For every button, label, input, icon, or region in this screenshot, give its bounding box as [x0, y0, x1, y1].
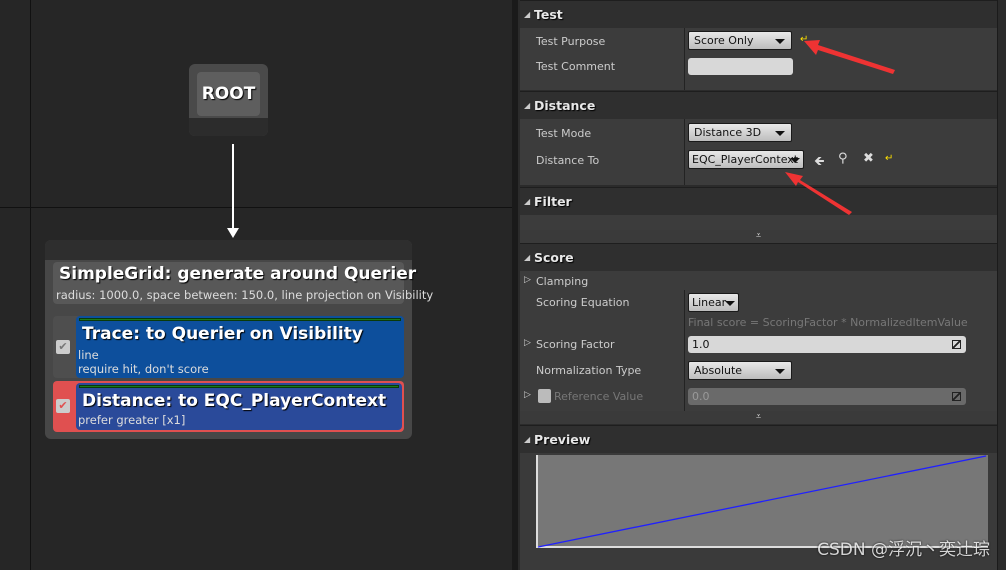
scoring-equation-label: Scoring Equation	[536, 296, 630, 309]
generator-title: SimpleGrid: generate around Querier	[59, 264, 417, 284]
scrollbar[interactable]	[997, 0, 998, 570]
reset-to-default-icon[interactable]: ↵	[800, 34, 808, 45]
normalization-type-dropdown[interactable]: Absolute	[688, 361, 792, 380]
test-mode-label: Test Mode	[536, 127, 592, 140]
section-title: Score	[534, 250, 574, 265]
scoring-factor-label: Scoring Factor	[536, 338, 615, 351]
trace-test-card[interactable]: Trace: to Querier on Visibility line req…	[76, 316, 404, 378]
advanced-expander[interactable]: ⩡	[520, 411, 997, 424]
distance-test[interactable]: ✔ Distance: to EQC_PlayerContext prefer …	[53, 381, 404, 432]
advanced-expander[interactable]: ⩡	[520, 230, 997, 243]
collapse-icon: ◢	[524, 10, 531, 19]
graph-canvas[interactable]: ROOT SimpleGrid: generate around Querier…	[0, 0, 512, 570]
browse-search-icon[interactable]: ⚲	[838, 151, 848, 166]
equation-hint: Final score = ScoringFactor * Normalized…	[688, 316, 968, 329]
generator-subtitle: radius: 1000.0, space between: 150.0, li…	[56, 288, 434, 302]
expand-arrow-icon[interactable]: ▷	[524, 390, 531, 400]
reset-to-default-icon[interactable]: ↵	[885, 153, 893, 164]
collapse-icon: ◢	[524, 197, 531, 206]
section-preview[interactable]: ◢ Preview	[520, 425, 997, 453]
collapse-icon: ◢	[524, 253, 531, 262]
test-comment-label: Test Comment	[536, 60, 616, 73]
clear-icon[interactable]: ✖	[863, 151, 874, 166]
scoring-equation-dropdown[interactable]: Linear	[688, 293, 739, 312]
clamping-label[interactable]: Clamping	[536, 275, 588, 288]
use-selected-arrow-icon[interactable]: 🡸	[814, 152, 825, 174]
connection-wire	[232, 144, 234, 232]
watermark: CSDN @浮沉丶奕辻琮	[817, 540, 990, 560]
distance-enable-checkbox[interactable]: ✔	[56, 399, 70, 413]
expand-arrow-icon[interactable]: ▷	[524, 338, 531, 348]
distance-detail: prefer greater [x1]	[78, 413, 186, 427]
expand-arrow-icon[interactable]: ▷	[524, 275, 531, 285]
chevron-down-icon	[775, 131, 785, 136]
trace-detail: require hit, don't score	[78, 362, 209, 376]
distance-to-label: Distance To	[536, 154, 600, 167]
reference-value-label: Reference Value	[554, 390, 644, 403]
section-title: Test	[534, 7, 563, 22]
collapse-icon: ◢	[524, 101, 531, 110]
section-filter[interactable]: ◢ Filter	[520, 187, 997, 215]
section-title: Filter	[534, 194, 572, 209]
expand-input-icon	[952, 392, 961, 401]
section-title: Preview	[534, 432, 591, 447]
root-node[interactable]: ROOT	[189, 64, 268, 136]
test-purpose-label: Test Purpose	[536, 35, 606, 48]
root-label: ROOT	[197, 72, 260, 116]
distance-to-dropdown[interactable]: EQC_PlayerContext	[688, 150, 804, 169]
test-purpose-dropdown[interactable]: Score Only	[688, 31, 792, 50]
grid-line	[30, 0, 31, 570]
reference-value-input: 0.0	[688, 388, 966, 405]
chevron-down-icon	[775, 39, 785, 44]
test-mode-dropdown[interactable]: Distance 3D	[688, 123, 792, 142]
test-status-bar	[79, 385, 399, 388]
chevron-down-icon	[790, 158, 800, 163]
trace-test[interactable]: ✔ Trace: to Querier on Visibility line r…	[53, 316, 404, 378]
generator-node[interactable]: SimpleGrid: generate around Querier radi…	[45, 240, 433, 439]
section-test[interactable]: ◢ Test	[520, 0, 997, 28]
grid-line	[0, 207, 512, 208]
chevron-down-icon	[775, 369, 785, 374]
expand-input-icon[interactable]	[952, 340, 961, 349]
root-output-pin[interactable]	[189, 118, 268, 136]
test-status-bar	[79, 318, 401, 321]
section-title: Distance	[534, 98, 596, 113]
section-distance[interactable]: ◢ Distance	[520, 91, 997, 119]
reference-value-checkbox[interactable]	[538, 389, 551, 403]
distance-test-card[interactable]: Distance: to EQC_PlayerContext prefer gr…	[76, 383, 402, 430]
generator-input-pin[interactable]	[45, 240, 412, 260]
trace-test-title: Trace: to Querier on Visibility	[82, 324, 363, 344]
section-score[interactable]: ◢ Score	[520, 243, 997, 271]
collapse-icon: ◢	[524, 435, 531, 444]
trace-detail: line	[78, 348, 99, 362]
scoring-factor-input[interactable]: 1.0	[688, 336, 966, 353]
normalization-type-label: Normalization Type	[536, 364, 642, 377]
generator-header[interactable]: SimpleGrid: generate around Querier radi…	[53, 262, 433, 304]
wire-arrow-icon	[227, 228, 239, 238]
chevron-down-icon	[725, 301, 735, 306]
test-comment-input[interactable]	[688, 58, 793, 75]
trace-enable-checkbox[interactable]: ✔	[56, 340, 70, 354]
distance-test-title: Distance: to EQC_PlayerContext	[82, 391, 387, 411]
